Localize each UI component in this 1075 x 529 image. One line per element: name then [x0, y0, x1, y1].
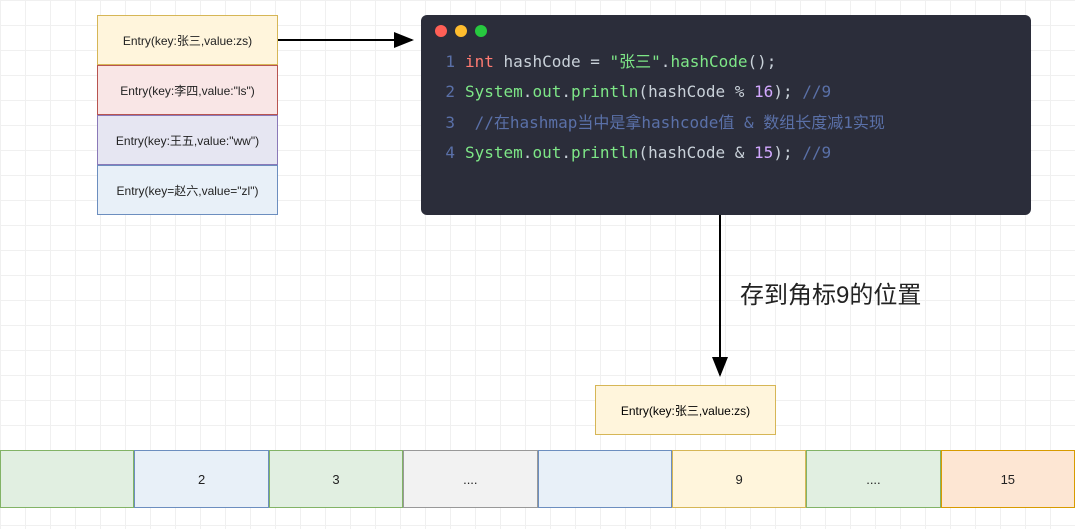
code-line-1: 1int hashCode = "张三".hashCode(); — [435, 47, 1017, 77]
entry-label: Entry(key=赵六,value="zl") — [117, 182, 259, 199]
target-entry-label: Entry(key:张三,value:zs) — [621, 402, 750, 419]
code-line-3: 3 //在hashmap当中是拿hashcode值 & 数组长度减1实现 — [435, 108, 1017, 138]
entry-box-2: Entry(key:李四,value:"ls") — [97, 65, 278, 115]
entry-label: Entry(key:王五,value:"ww") — [116, 132, 259, 149]
array-cell-6: .... — [806, 450, 940, 508]
code-block: 1int hashCode = "张三".hashCode(); 2System… — [421, 15, 1031, 215]
entry-box-3: Entry(key:王五,value:"ww") — [97, 115, 278, 165]
entry-label: Entry(key:张三,value:zs) — [123, 32, 252, 49]
annotation-text: 存到角标9的位置 — [740, 275, 921, 310]
array-cell-3: .... — [403, 450, 537, 508]
code-line-4: 4System.out.println(hashCode & 15); //9 — [435, 138, 1017, 168]
zoom-dot-icon — [475, 25, 487, 37]
entry-box-1: Entry(key:张三,value:zs) — [97, 15, 278, 65]
array-cell-5: 9 — [672, 450, 806, 508]
entry-box-4: Entry(key=赵六,value="zl") — [97, 165, 278, 215]
entry-label: Entry(key:李四,value:"ls") — [120, 82, 255, 99]
array-cell-7: 15 — [941, 450, 1075, 508]
minimize-dot-icon — [455, 25, 467, 37]
target-entry-box: Entry(key:张三,value:zs) — [595, 385, 776, 435]
array-row: 2 3 .... 9 .... 15 — [0, 450, 1075, 508]
array-cell-0 — [0, 450, 134, 508]
array-cell-2: 3 — [269, 450, 403, 508]
close-dot-icon — [435, 25, 447, 37]
code-line-2: 2System.out.println(hashCode % 16); //9 — [435, 77, 1017, 107]
array-cell-4 — [538, 450, 672, 508]
array-cell-1: 2 — [134, 450, 268, 508]
window-traffic-lights — [435, 25, 1017, 37]
